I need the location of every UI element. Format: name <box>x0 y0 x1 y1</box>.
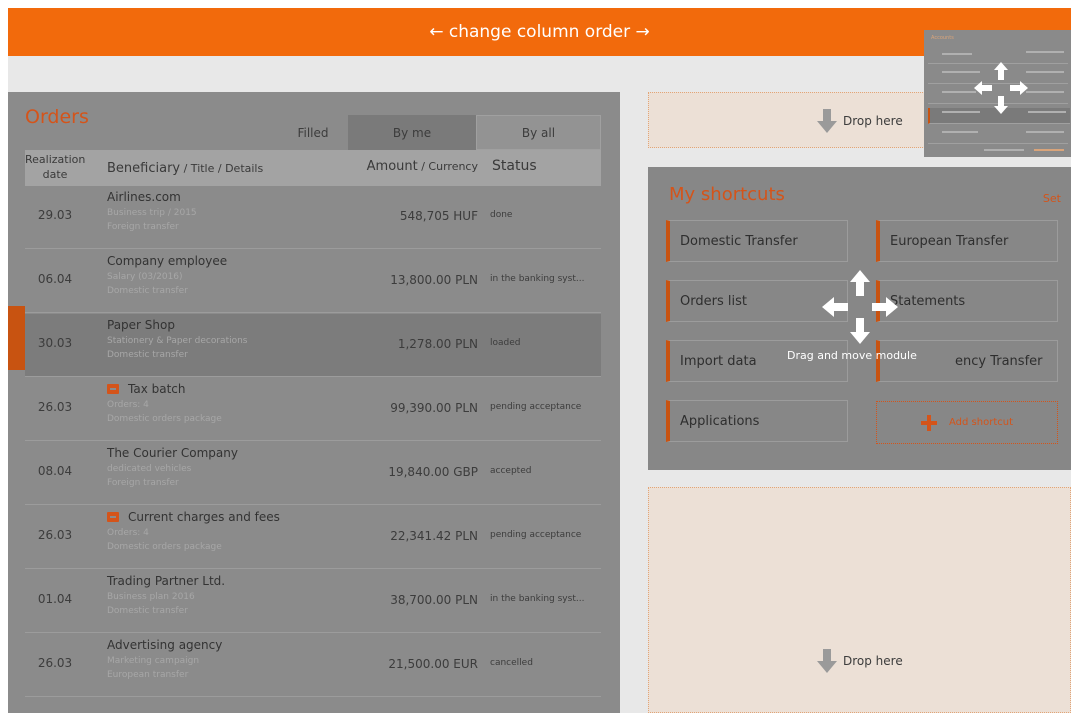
row-amount: 22,341.42 PLN <box>390 529 478 543</box>
plus-icon <box>921 414 937 431</box>
row-amount: 19,840.00 GBP <box>388 465 478 479</box>
column-status[interactable]: Status <box>492 158 537 174</box>
shortcut-european-transfer[interactable]: European Transfer <box>876 220 1058 262</box>
row-type: Domestic transfer <box>107 286 188 296</box>
table-row[interactable]: 26.03 Current charges and fees Orders: 4… <box>25 506 601 569</box>
row-amount: 1,278.00 PLN <box>397 337 478 351</box>
row-type: Domestic orders package <box>107 414 222 424</box>
shortcut-domestic-transfer[interactable]: Domestic Transfer <box>666 220 848 262</box>
row-title-with-icon: Tax batch <box>107 382 186 396</box>
table-row[interactable]: 26.03 Tax batch Orders: 4 Domestic order… <box>25 378 601 441</box>
move-arrows-icon[interactable] <box>822 270 898 344</box>
column-realization-date[interactable]: Realization date <box>25 152 85 182</box>
row-detail: Orders: 4 <box>107 400 149 410</box>
row-date: 26.03 <box>37 528 73 542</box>
tab-filled[interactable]: Filled <box>278 115 348 150</box>
arrow-down-icon <box>817 649 837 673</box>
table-row[interactable]: 08.04 The Courier Company dedicated vehi… <box>25 442 601 505</box>
table-row[interactable]: 06.04 Company employee Salary (03/2016) … <box>25 250 601 313</box>
row-date: 29.03 <box>37 208 73 222</box>
table-row-selected[interactable]: 30.03 Paper Shop Stationery & Paper deco… <box>25 314 601 377</box>
column-amount[interactable]: Amount / Currency <box>367 159 478 174</box>
row-date: 30.03 <box>37 336 73 350</box>
drop-here-label-bottom: Drop here <box>817 649 903 673</box>
row-type: Domestic transfer <box>107 606 188 616</box>
orders-module[interactable]: Orders Filled By me By all Realization d… <box>8 92 620 713</box>
row-title: Advertising agency <box>107 638 223 652</box>
row-detail: Salary (03/2016) <box>107 272 183 282</box>
row-amount: 21,500.00 EUR <box>388 657 478 671</box>
tab-by-me[interactable]: By me <box>348 115 476 150</box>
row-detail: Business trip / 2015 <box>107 208 197 218</box>
row-title: Company employee <box>107 254 228 268</box>
table-row[interactable]: 29.03 Airlines.com Business trip / 2015 … <box>25 186 601 249</box>
column-beneficiary[interactable]: Beneficiary / Title / Details <box>107 161 263 176</box>
arrow-down-icon <box>817 109 837 133</box>
row-detail: Orders: 4 <box>107 528 149 538</box>
tab-by-all[interactable]: By all <box>476 115 601 150</box>
shortcuts-title: My shortcuts <box>669 184 785 205</box>
row-status: pending acceptance <box>490 530 582 540</box>
add-shortcut-button[interactable]: Add shortcut <box>876 401 1058 444</box>
change-column-order-bar[interactable]: ← change column order → <box>8 8 1071 56</box>
row-status: in the banking syst... <box>490 274 585 284</box>
row-status: done <box>490 210 513 220</box>
drop-here-label-top: Drop here <box>817 109 903 133</box>
row-type: Domestic orders package <box>107 542 222 552</box>
row-date: 08.04 <box>37 464 73 478</box>
row-amount: 13,800.00 PLN <box>390 273 478 287</box>
row-date: 26.03 <box>37 400 73 414</box>
batch-icon <box>107 512 119 522</box>
row-status: pending acceptance <box>490 402 582 412</box>
row-amount: 548,705 HUF <box>399 209 478 223</box>
drag-and-move-module-label: Drag and move module <box>787 349 917 362</box>
shortcut-applications[interactable]: Applications <box>666 400 848 442</box>
row-title: Trading Partner Ltd. <box>107 574 226 588</box>
row-detail: dedicated vehicles <box>107 464 192 474</box>
row-title: The Courier Company <box>107 446 238 460</box>
dragged-module-preview[interactable]: Accounts <box>924 30 1071 157</box>
shortcuts-set-link[interactable]: Set <box>1043 192 1061 205</box>
row-title: Airlines.com <box>107 190 181 204</box>
row-title-with-icon: Current charges and fees <box>107 510 280 524</box>
orders-table-header: Realization date Beneficiary / Title / D… <box>25 150 601 186</box>
row-type: European transfer <box>107 670 189 680</box>
row-detail: Business plan 2016 <box>107 592 195 602</box>
orders-title: Orders <box>25 106 89 128</box>
row-type: Domestic transfer <box>107 350 188 360</box>
row-amount: 38,700.00 PLN <box>390 593 478 607</box>
change-column-order-label: ← change column order → <box>429 22 650 42</box>
shortcut-orders-list[interactable]: Orders list <box>666 280 848 322</box>
preview-title: Accounts <box>931 35 954 41</box>
batch-icon <box>107 384 119 394</box>
row-amount: 99,390.00 PLN <box>390 401 478 415</box>
preview-row <box>928 128 1068 144</box>
row-type: Foreign transfer <box>107 478 179 488</box>
row-status: cancelled <box>490 658 533 668</box>
row-status: accepted <box>490 466 532 476</box>
move-arrows-icon-small <box>974 62 1028 114</box>
selected-row-marker <box>8 306 25 370</box>
row-title: Paper Shop <box>107 318 175 332</box>
table-row[interactable]: 01.04 Trading Partner Ltd. Business plan… <box>25 570 601 633</box>
drop-zone-bottom[interactable]: Drop here <box>648 487 1071 713</box>
row-date: 26.03 <box>37 656 73 670</box>
row-detail: Marketing campaign <box>107 656 200 666</box>
row-date: 01.04 <box>37 592 73 606</box>
shortcut-statements[interactable]: Statements <box>876 280 1058 322</box>
row-status: loaded <box>490 338 521 348</box>
row-status: in the banking syst... <box>490 594 585 604</box>
table-row[interactable]: 26.03 Advertising agency Marketing campa… <box>25 634 601 697</box>
row-date: 06.04 <box>37 272 73 286</box>
row-type: Foreign transfer <box>107 222 179 232</box>
row-detail: Stationery & Paper decorations <box>107 336 248 346</box>
